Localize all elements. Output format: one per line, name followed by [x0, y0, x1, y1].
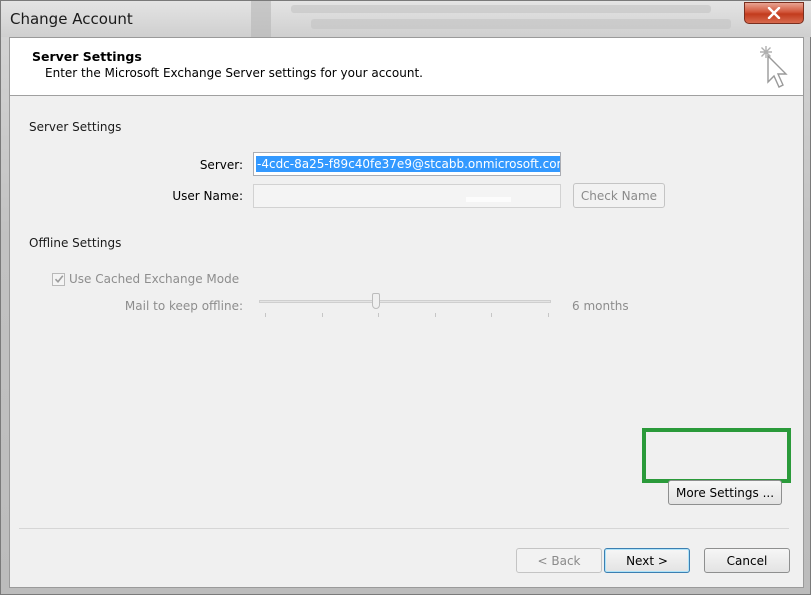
mail-offline-label: Mail to keep offline: [124, 299, 243, 313]
footer-separator [19, 528, 789, 529]
cached-mode-checkbox-row[interactable]: Use Cached Exchange Mode [52, 272, 239, 286]
background-blur [311, 19, 731, 29]
dialog-header: Server Settings Enter the Microsoft Exch… [10, 38, 803, 96]
server-settings-section-label: Server Settings [29, 120, 122, 134]
check-name-button[interactable]: Check Name [573, 183, 665, 208]
close-icon [767, 7, 781, 19]
slider-tick [322, 313, 323, 317]
more-settings-button[interactable]: More Settings ... [668, 480, 782, 505]
header-title: Server Settings [32, 49, 142, 64]
slider-tick [378, 313, 379, 317]
close-button[interactable] [744, 2, 804, 24]
cursor-sparkle-icon [760, 46, 788, 88]
change-account-window: Change Account Server Settings Enter the… [0, 0, 811, 595]
slider-tick [548, 313, 549, 317]
server-label: Server: [199, 158, 243, 172]
slider-tick [435, 313, 436, 317]
background-blur [291, 5, 711, 13]
username-label: User Name: [172, 189, 243, 203]
cached-mode-checkbox[interactable] [52, 272, 65, 286]
offline-settings-section-label: Offline Settings [29, 236, 122, 250]
back-button[interactable]: < Back [516, 548, 602, 573]
server-input[interactable]: -4cdc-8a25-f89c40fe37e9@stcabb.onmicroso… [253, 152, 561, 176]
check-icon [54, 275, 63, 284]
username-input[interactable] [253, 184, 561, 208]
header-subtitle: Enter the Microsoft Exchange Server sett… [45, 66, 423, 80]
server-input-value: -4cdc-8a25-f89c40fe37e9@stcabb.onmicroso… [256, 156, 560, 172]
render-artifact [466, 197, 511, 202]
slider-tick [265, 313, 266, 317]
title-bar: Change Account [1, 1, 811, 37]
window-title: Change Account [10, 10, 133, 28]
mail-offline-slider-track[interactable] [259, 300, 551, 303]
background-blur [251, 1, 271, 37]
more-settings-highlight [642, 428, 791, 483]
next-button[interactable]: Next > [604, 548, 690, 573]
slider-tick [491, 313, 492, 317]
cached-mode-label: Use Cached Exchange Mode [69, 272, 240, 286]
mail-offline-value: 6 months [572, 299, 629, 313]
cancel-button[interactable]: Cancel [704, 548, 790, 573]
mail-offline-slider-thumb[interactable] [371, 293, 380, 309]
